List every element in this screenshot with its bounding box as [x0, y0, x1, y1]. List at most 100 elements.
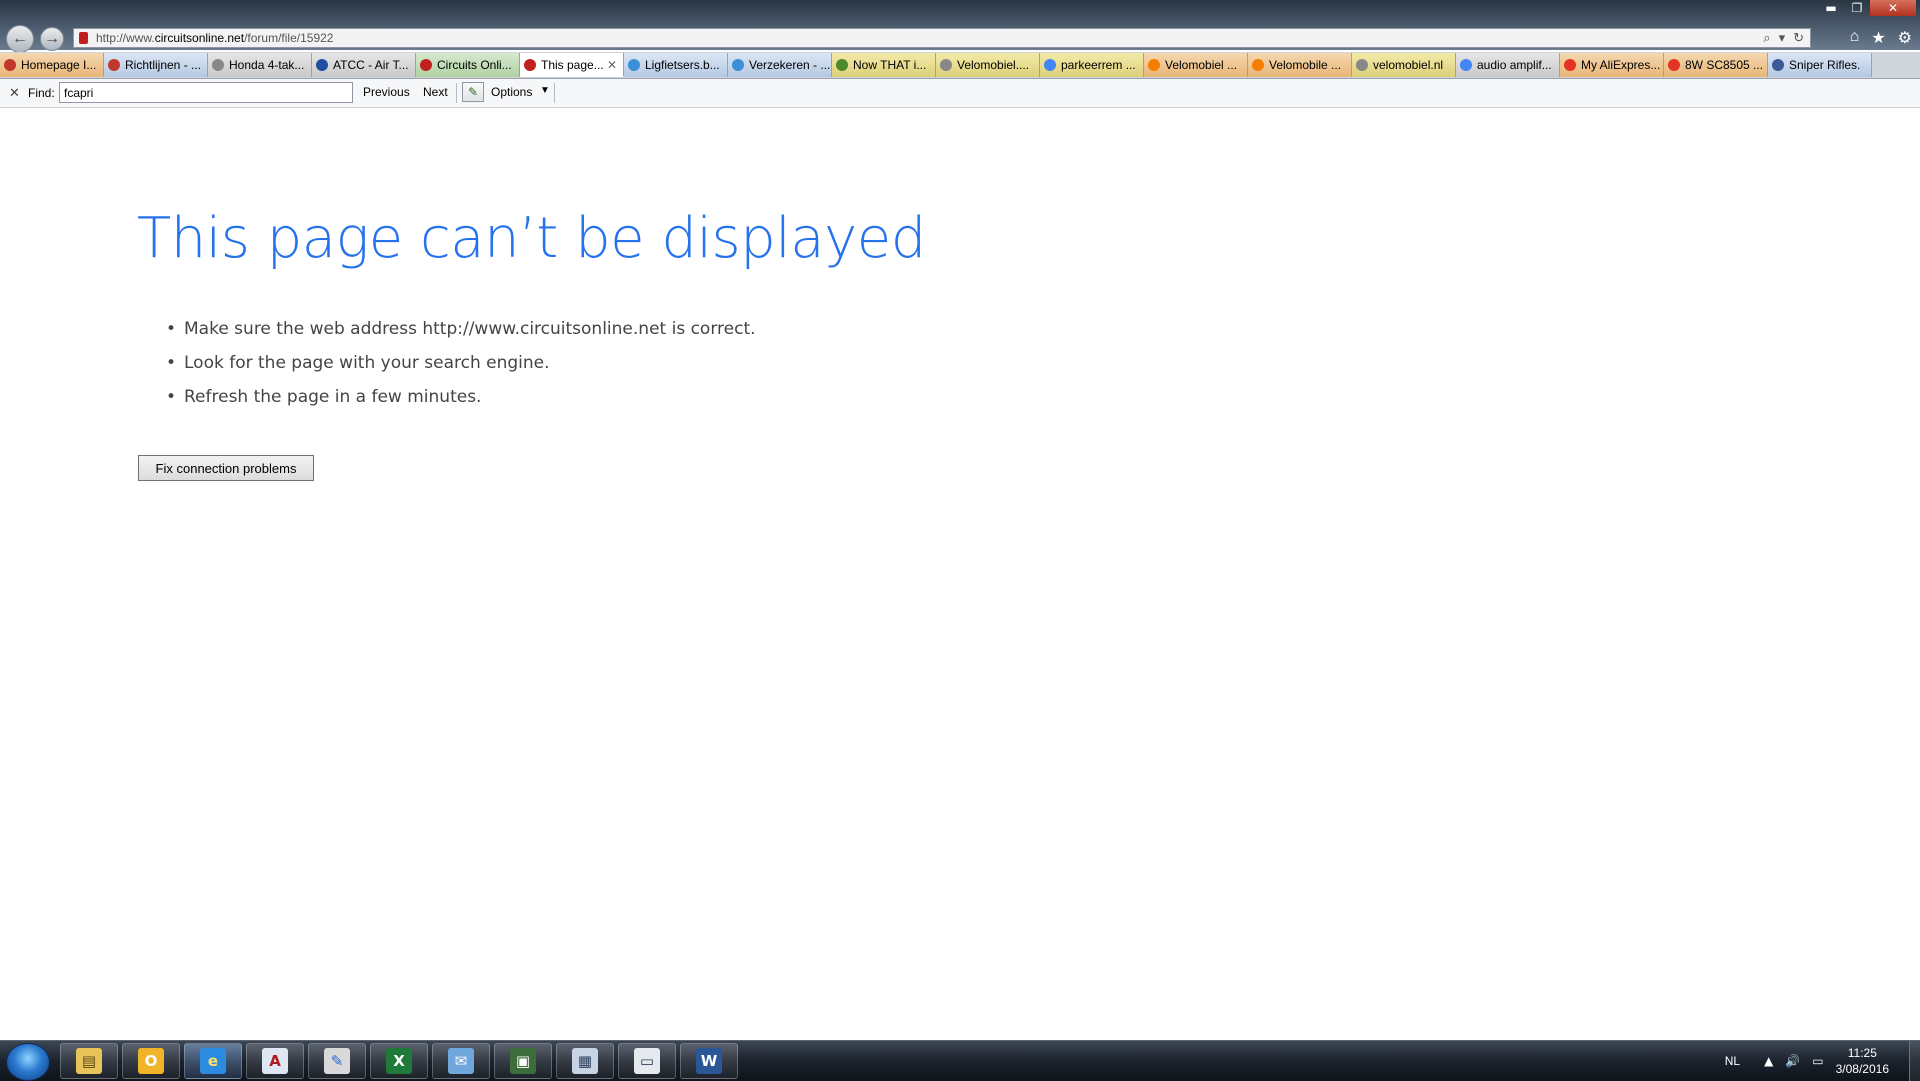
find-divider — [456, 83, 457, 103]
tray-expand-icon[interactable]: ▲ — [1764, 1054, 1773, 1068]
chevron-down-icon[interactable]: ▼ — [540, 85, 550, 96]
taskbar-outlook-button[interactable]: O — [122, 1043, 180, 1079]
browser-toolbar-right: ⌂ ★ ⚙ — [1850, 28, 1912, 48]
calculator-icon: ▦ — [572, 1048, 598, 1074]
address-tools: ⌕ ▾ ↻ — [1763, 29, 1804, 47]
tab[interactable]: Homepage I... — [0, 53, 104, 77]
taskbar-paint-button[interactable]: ✎ — [308, 1043, 366, 1079]
excel-icon: X — [386, 1048, 412, 1074]
taskbar-mail-button[interactable]: ✉ — [432, 1043, 490, 1079]
tab-label: Honda 4-tak... — [229, 58, 305, 72]
address-bar[interactable]: http://www.circuitsonline.net/forum/file… — [73, 28, 1811, 48]
favicon-icon — [940, 59, 952, 71]
tab[interactable]: Richtlijnen - ... — [104, 53, 208, 77]
taskbar-explorer-button[interactable]: ▤ — [60, 1043, 118, 1079]
tab[interactable]: Verzekeren - ... — [728, 53, 832, 77]
favicon-icon — [1668, 59, 1680, 71]
tab[interactable]: parkeerrem ... — [1040, 53, 1144, 77]
taskbar-terminal-button[interactable]: ▣ — [494, 1043, 552, 1079]
tab[interactable]: audio amplif... — [1456, 53, 1560, 77]
forward-button[interactable]: → — [40, 27, 64, 51]
tab-bar: Homepage I... Richtlijnen - ... Honda 4-ta… — [0, 52, 1920, 79]
volume-icon[interactable]: 🔊 — [1785, 1054, 1800, 1068]
close-find-icon[interactable]: ✕ — [9, 85, 20, 101]
tab[interactable]: Velomobile ... — [1248, 53, 1352, 77]
window-controls: ▬ ❐ ✕ — [1818, 0, 1916, 16]
tab[interactable]: Sniper Rifles. — [1768, 53, 1872, 77]
favicon-icon — [316, 59, 328, 71]
favicon-icon — [628, 59, 640, 71]
refresh-icon[interactable]: ↻ — [1793, 29, 1804, 47]
tab[interactable]: Honda 4-tak... — [208, 53, 312, 77]
language-indicator[interactable]: NL — [1725, 1054, 1740, 1068]
favicon-icon — [108, 59, 120, 71]
favorites-star-icon[interactable]: ★ — [1871, 28, 1885, 48]
tab-label: parkeerrem ... — [1061, 58, 1136, 72]
network-icon[interactable]: ▭ — [1812, 1054, 1823, 1068]
search-icon[interactable]: ⌕ — [1763, 29, 1770, 47]
tab-label: audio amplif... — [1477, 58, 1552, 72]
back-button[interactable]: ← — [6, 25, 34, 53]
site-icon — [79, 32, 88, 44]
find-next-button[interactable]: Next — [423, 85, 448, 99]
tab[interactable]: ATCC - Air T... — [312, 53, 416, 77]
tab-label: Velomobiel ... — [1165, 58, 1238, 72]
suggestion-list: Make sure the web address http://www.cir… — [166, 317, 756, 419]
system-tray: NL ▲ 🔊 ▭ 11:25 3/08/2016 — [1725, 1041, 1920, 1081]
tab-label: Ligfietsers.b... — [645, 58, 720, 72]
show-desktop-button[interactable] — [1909, 1041, 1920, 1081]
tab[interactable]: Circuits Onli... — [416, 53, 520, 77]
clock[interactable]: 11:25 3/08/2016 — [1836, 1045, 1889, 1077]
page-title: This page can’t be displayed — [137, 206, 926, 271]
find-previous-button[interactable]: Previous — [363, 85, 410, 99]
tab[interactable]: Velomobiel.... — [936, 53, 1040, 77]
close-tab-icon[interactable]: ✕ — [607, 58, 617, 72]
minimize-button[interactable]: ▬ — [1818, 0, 1844, 16]
taskbar-calculator-button[interactable]: ▦ — [556, 1043, 614, 1079]
favicon-icon — [732, 59, 744, 71]
taskbar-word-button[interactable]: W — [680, 1043, 738, 1079]
url-prefix: http://www. — [96, 31, 155, 45]
tab[interactable]: Ligfietsers.b... — [624, 53, 728, 77]
taskbar-items: ▤ Oe A ✎ X ✉ ▣ ▦ ▭ W — [60, 1043, 738, 1079]
favicon-icon — [1564, 59, 1576, 71]
find-input[interactable] — [59, 82, 353, 103]
tab-label: Sniper Rifles. — [1789, 58, 1861, 72]
forward-arrow-icon: → — [44, 30, 60, 47]
terminal-icon: ▣ — [510, 1048, 536, 1074]
browser-title-bar: ▬ ❐ ✕ ← → http://www.circuitsonline.net/… — [0, 0, 1920, 53]
home-icon[interactable]: ⌂ — [1850, 28, 1860, 48]
find-bar: ✕ Find: Previous Next ✎ Options ▼ — [0, 79, 1920, 108]
tab[interactable]: Velomobiel ... — [1144, 53, 1248, 77]
start-button[interactable] — [6, 1043, 50, 1081]
tab-label: This page... — [541, 57, 604, 72]
tab[interactable]: 8W SC8505 ... — [1664, 53, 1768, 77]
tab[interactable]: My AliExpres... — [1560, 53, 1664, 77]
gear-icon[interactable]: ⚙ — [1898, 28, 1912, 48]
fix-connection-button[interactable]: Fix connection problems — [138, 455, 314, 481]
taskbar-window-button[interactable]: ▭ — [618, 1043, 676, 1079]
tab-active[interactable]: This page... ✕ — [520, 53, 624, 77]
url-host: circuitsonline.net — [154, 31, 245, 45]
suggestion-item: Make sure the web address http://www.cir… — [166, 317, 756, 351]
page-content: This page can’t be displayed Make sure t… — [0, 108, 1920, 1040]
tab-label: Velomobile ... — [1269, 58, 1342, 72]
tab-label: Circuits Onli... — [437, 58, 512, 72]
pencil-icon[interactable]: ✎ — [462, 82, 484, 102]
window-icon: ▭ — [634, 1048, 660, 1074]
find-options-button[interactable]: Options — [491, 85, 532, 99]
explorer-icon: ▤ — [76, 1048, 102, 1074]
close-window-button[interactable]: ✕ — [1870, 0, 1916, 16]
tab-label: velomobiel.nl — [1373, 58, 1444, 72]
favicon-icon — [1044, 59, 1056, 71]
tab[interactable]: Now THAT i... — [832, 53, 936, 77]
maximize-button[interactable]: ❐ — [1844, 0, 1870, 16]
word-icon: W — [696, 1048, 722, 1074]
tab[interactable]: velomobiel.nl — [1352, 53, 1456, 77]
taskbar-excel-button[interactable]: X — [370, 1043, 428, 1079]
taskbar-internet-explorer-button[interactable]: e — [184, 1043, 242, 1079]
find-label: Find: — [28, 86, 55, 100]
tab-label: 8W SC8505 ... — [1685, 58, 1764, 72]
chevron-down-icon[interactable]: ▾ — [1779, 29, 1786, 47]
taskbar-acrobat-button[interactable]: A — [246, 1043, 304, 1079]
